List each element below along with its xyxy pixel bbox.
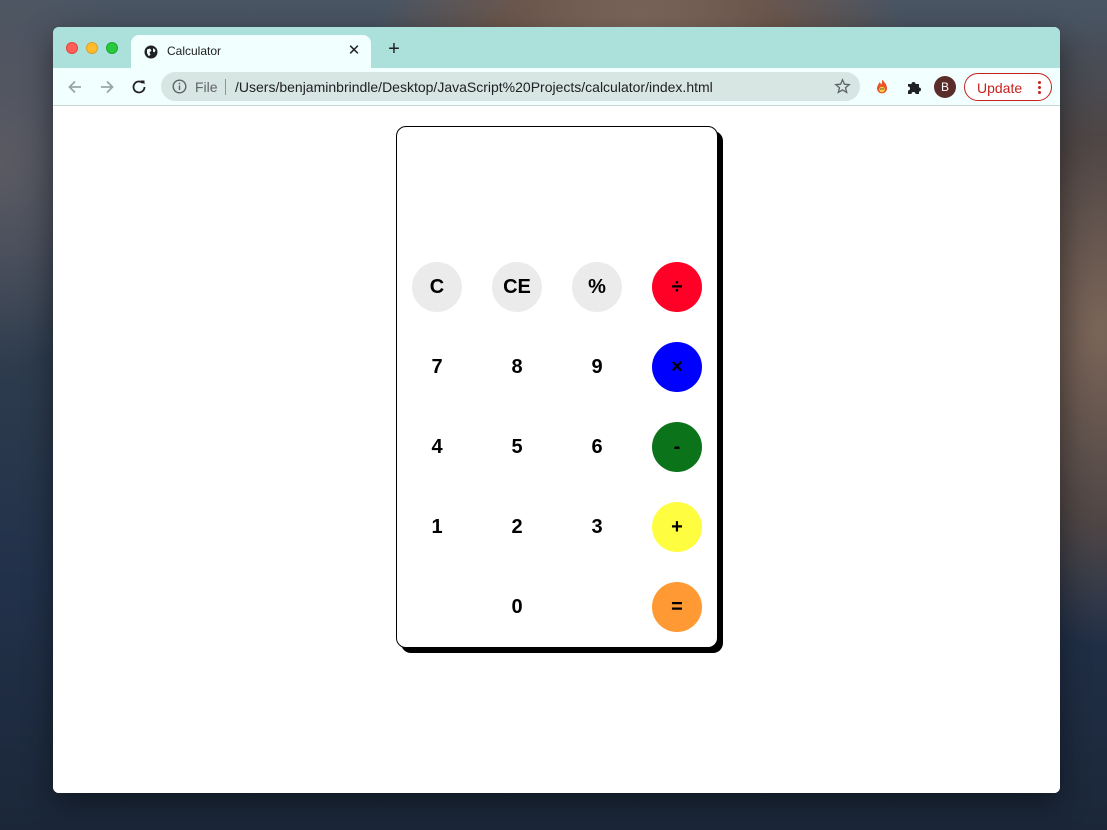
kebab-menu-icon xyxy=(1038,81,1041,95)
percent-button[interactable]: % xyxy=(572,262,622,312)
url-text[interactable]: /Users/benjaminbrindle/Desktop/JavaScrip… xyxy=(235,79,713,95)
scheme-label: File xyxy=(195,79,218,95)
calculator: C CE % ÷ 7 8 9 × 4 5 6 - 1 2 3 + 0 = xyxy=(396,126,718,648)
page-viewport: C CE % ÷ 7 8 9 × 4 5 6 - 1 2 3 + 0 = xyxy=(53,106,1060,793)
digit-4-button[interactable]: 4 xyxy=(412,422,462,472)
forward-arrow-icon[interactable] xyxy=(97,77,117,97)
clear-button[interactable]: C xyxy=(412,262,462,312)
address-bar[interactable]: File /Users/benjaminbrindle/Desktop/Java… xyxy=(161,72,860,101)
add-button[interactable]: + xyxy=(652,502,702,552)
update-button[interactable]: Update xyxy=(964,73,1052,101)
digit-8-button[interactable]: 8 xyxy=(492,342,542,392)
equals-button[interactable]: = xyxy=(652,582,702,632)
tab-calculator[interactable]: Calculator ✕ xyxy=(131,35,371,69)
digit-9-button[interactable]: 9 xyxy=(572,342,622,392)
divide-button[interactable]: ÷ xyxy=(652,262,702,312)
new-tab-button[interactable]: + xyxy=(385,39,403,59)
tab-strip: Calculator ✕ + xyxy=(53,27,1060,69)
globe-icon xyxy=(144,45,158,59)
subtract-button[interactable]: - xyxy=(652,422,702,472)
star-icon[interactable] xyxy=(834,78,851,95)
back-arrow-icon[interactable] xyxy=(65,77,85,97)
clear-entry-button[interactable]: CE xyxy=(492,262,542,312)
digit-5-button[interactable]: 5 xyxy=(492,422,542,472)
window-close-button[interactable] xyxy=(66,42,78,54)
update-label: Update xyxy=(977,80,1023,96)
digit-7-button[interactable]: 7 xyxy=(412,342,462,392)
window-minimize-button[interactable] xyxy=(86,42,98,54)
digit-0-button[interactable]: 0 xyxy=(492,582,542,632)
tab-title: Calculator xyxy=(167,44,222,58)
profile-avatar[interactable]: B xyxy=(934,76,956,98)
extension-fire-icon[interactable] xyxy=(873,78,891,96)
digit-3-button[interactable]: 3 xyxy=(572,502,622,552)
digit-1-button[interactable]: 1 xyxy=(412,502,462,552)
puzzle-icon[interactable] xyxy=(905,78,923,96)
calculator-display xyxy=(407,137,707,237)
tab-close-icon[interactable]: ✕ xyxy=(346,43,362,59)
multiply-button[interactable]: × xyxy=(652,342,702,392)
window-maximize-button[interactable] xyxy=(106,42,118,54)
digit-2-button[interactable]: 2 xyxy=(492,502,542,552)
address-separator xyxy=(225,79,226,95)
browser-toolbar: File /Users/benjaminbrindle/Desktop/Java… xyxy=(53,68,1060,106)
digit-6-button[interactable]: 6 xyxy=(572,422,622,472)
browser-window: Calculator ✕ + File /Users/benjaminbrind… xyxy=(53,27,1060,793)
info-icon[interactable] xyxy=(172,79,187,94)
reload-icon[interactable] xyxy=(129,77,149,97)
